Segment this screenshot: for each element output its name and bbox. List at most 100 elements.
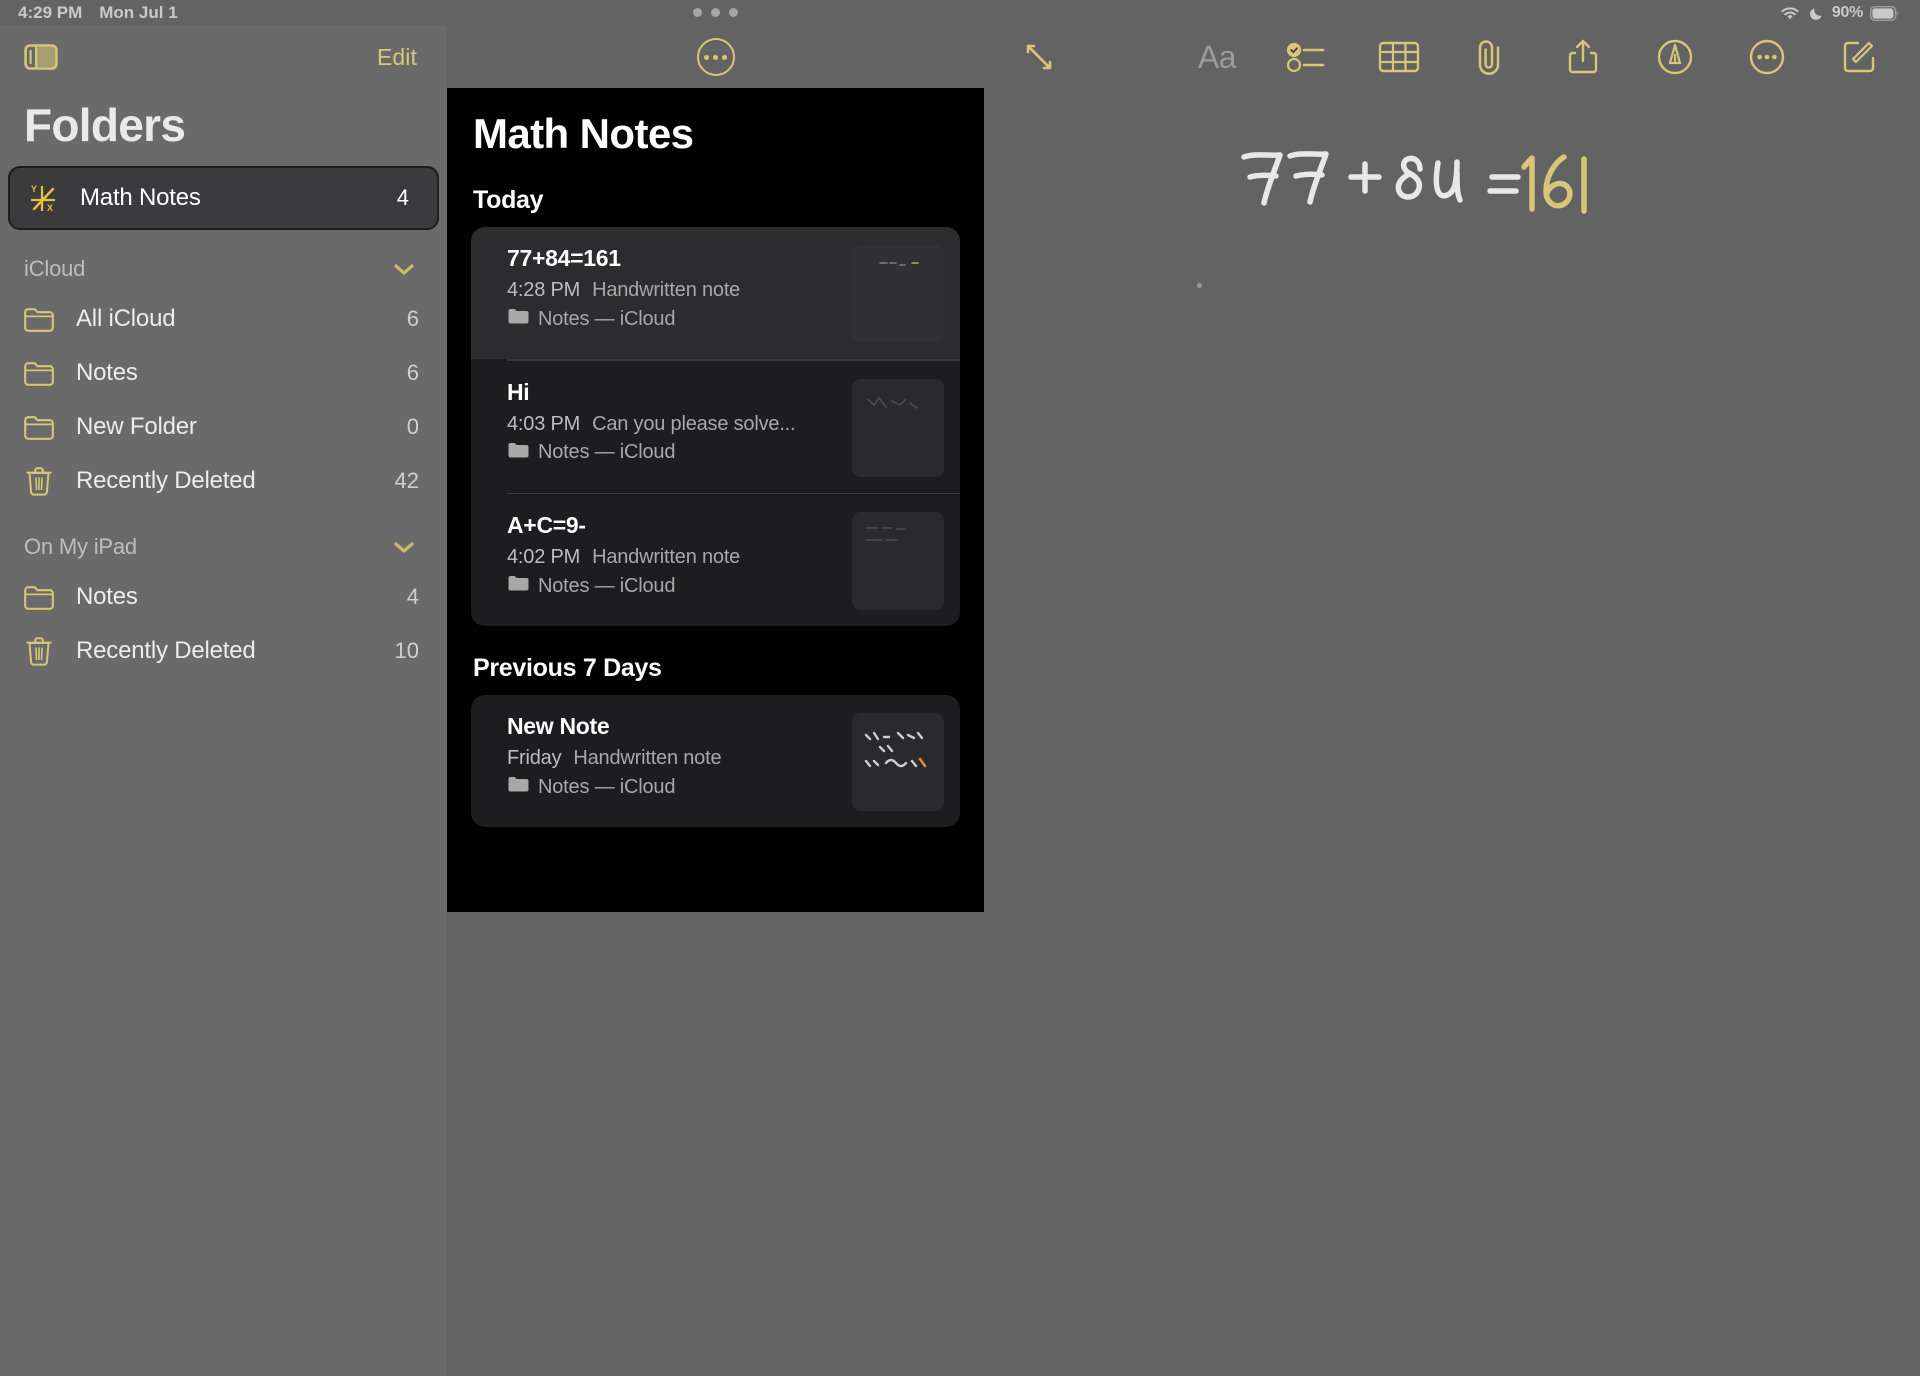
sidebar-item-count: 4 [396, 185, 409, 210]
sidebar-item-count: 6 [406, 360, 419, 385]
sidebar-item-recently-deleted-on-my-ipad[interactable]: Recently Deleted 10 [0, 624, 447, 678]
sidebar-item-label: Math Notes [80, 184, 201, 211]
sidebar-item-new-folder[interactable]: New Folder 0 [0, 400, 447, 454]
sidebar-toolbar: Edit [0, 26, 447, 88]
svg-text:Y: Y [31, 184, 37, 194]
note-text-block: A+C=9- 4:02 PM Handwritten note Notes — … [507, 512, 838, 598]
sidebar-item-all-icloud[interactable]: All iCloud 6 [0, 292, 447, 346]
folder-icon [22, 412, 56, 442]
notes-list-panel: Math Notes Today 77+84=161 4:28 PM Handw… [447, 88, 984, 912]
note-canvas[interactable] [837, 88, 1920, 1376]
ipad-notes-screen: 4:29 PM Mon Jul 1 90% Edit Folders Y X M… [0, 0, 1920, 1376]
sidebar-item-label: Notes [76, 359, 138, 386]
folders-sidebar: Edit Folders Y X Math Notes 4 iCloud All… [0, 26, 447, 1376]
note-preview: Handwritten note [592, 279, 741, 301]
note-preview: Handwritten note [573, 747, 722, 769]
status-bar-left: 4:29 PM Mon Jul 1 [18, 3, 178, 23]
sidebar-item-notes-on-my-ipad[interactable]: Notes 4 [0, 570, 447, 624]
folder-icon [507, 307, 529, 331]
sidebar-section-label: On My iPad [24, 534, 137, 559]
note-meta: Friday Handwritten note [507, 747, 838, 770]
wifi-icon [1779, 5, 1801, 22]
note-list-item[interactable]: A+C=9- 4:02 PM Handwritten note Notes — … [471, 494, 960, 626]
note-text-block: New Note Friday Handwritten note Notes —… [507, 713, 838, 799]
note-time: Friday [507, 747, 562, 769]
expand-arrows-icon[interactable] [1019, 37, 1059, 77]
chevron-down-icon[interactable] [391, 539, 417, 555]
battery-icon [1870, 5, 1900, 21]
editor-toolbar-actions: Aa [1198, 36, 1920, 78]
folder-icon [22, 582, 56, 612]
edit-button[interactable]: Edit [377, 44, 417, 71]
sidebar-section-on-my-ipad-header[interactable]: On My iPad [0, 508, 447, 570]
sidebar-item-notes-icloud[interactable]: Notes 6 [0, 346, 447, 400]
math-graph-icon: Y X [26, 183, 60, 213]
notes-group-card-previous: New Note Friday Handwritten note Notes —… [471, 695, 960, 827]
paperclip-icon[interactable] [1470, 36, 1512, 78]
note-list-item[interactable]: New Note Friday Handwritten note Notes —… [471, 695, 960, 827]
chevron-down-icon[interactable] [391, 261, 417, 277]
format-text-button[interactable]: Aa [1198, 39, 1237, 76]
compose-icon[interactable] [1838, 36, 1880, 78]
sidebar-toggle-icon[interactable] [24, 43, 58, 71]
note-text-block: 77+84=161 4:28 PM Handwritten note Notes… [507, 245, 838, 331]
sidebar-section-label: iCloud [24, 256, 86, 281]
page-title: Folders [24, 99, 186, 151]
folder-icon [22, 358, 56, 388]
note-thumbnail [852, 512, 944, 610]
share-icon[interactable] [1562, 36, 1604, 78]
status-bar-right: 90% [1779, 4, 1900, 22]
sidebar-item-count: 4 [406, 584, 419, 609]
status-time: 4:29 PM [18, 3, 83, 22]
note-list-item[interactable]: Hi 4:03 PM Can you please solve... Notes… [471, 361, 960, 493]
note-time: 4:28 PM [507, 279, 581, 301]
note-folder-label: Notes — iCloud [538, 574, 676, 597]
sidebar-item-recently-deleted-icloud[interactable]: Recently Deleted 42 [0, 454, 447, 508]
more-circle-icon[interactable] [1746, 36, 1788, 78]
battery-percent: 90% [1831, 4, 1863, 21]
note-folder: Notes — iCloud [507, 574, 838, 598]
editor-toolbar: Aa [984, 26, 1920, 88]
note-folder: Notes — iCloud [507, 775, 838, 799]
sidebar-item-count: 0 [406, 414, 419, 439]
more-circle-icon[interactable] [696, 38, 735, 76]
folder-icon [22, 304, 56, 334]
svg-text:X: X [47, 203, 53, 213]
sidebar-item-count: 10 [394, 638, 419, 663]
notes-list-title: Math Notes [473, 110, 694, 157]
notes-panel-toolbar [447, 26, 984, 88]
note-folder-label: Notes — iCloud [538, 307, 676, 330]
trash-icon [22, 466, 56, 496]
handwritten-equation [1224, 133, 1604, 248]
markup-pen-icon[interactable] [1654, 36, 1696, 78]
folder-icon [507, 574, 529, 598]
note-title: A+C=9- [507, 512, 586, 538]
note-time: 4:02 PM [507, 546, 581, 568]
checklist-icon[interactable] [1286, 36, 1328, 78]
note-text-block: Hi 4:03 PM Can you please solve... Notes… [507, 379, 838, 465]
note-title: 77+84=161 [507, 245, 621, 271]
note-folder-label: Notes — iCloud [538, 441, 676, 463]
status-date: Mon Jul 1 [99, 3, 178, 22]
table-icon[interactable] [1378, 36, 1420, 78]
sidebar-item-count: 42 [394, 468, 419, 493]
note-folder-label: Notes — iCloud [538, 775, 676, 798]
sidebar-item-math-notes[interactable]: Y X Math Notes 4 [8, 166, 439, 230]
note-folder: Notes — iCloud [507, 307, 838, 331]
note-preview: Can you please solve... [592, 412, 796, 435]
notes-group-heading-previous-7-days: Previous 7 Days [473, 654, 662, 682]
status-bar: 4:29 PM Mon Jul 1 90% [0, 0, 1920, 26]
sidebar-item-count: 6 [406, 306, 419, 331]
note-list-item[interactable]: 77+84=161 4:28 PM Handwritten note Notes… [471, 227, 960, 359]
sidebar-item-label: Notes [76, 583, 138, 610]
note-preview: Handwritten note [592, 546, 741, 568]
sidebar-item-label: Recently Deleted [76, 467, 256, 494]
folder-icon [507, 775, 529, 799]
moon-icon [1808, 5, 1825, 22]
sidebar-section-icloud-header[interactable]: iCloud [0, 230, 447, 292]
note-thumbnail [852, 378, 944, 477]
note-meta: 4:02 PM Handwritten note [507, 546, 838, 569]
note-thumbnail [852, 245, 944, 343]
note-thumbnail [852, 713, 944, 811]
trash-icon [22, 636, 56, 666]
